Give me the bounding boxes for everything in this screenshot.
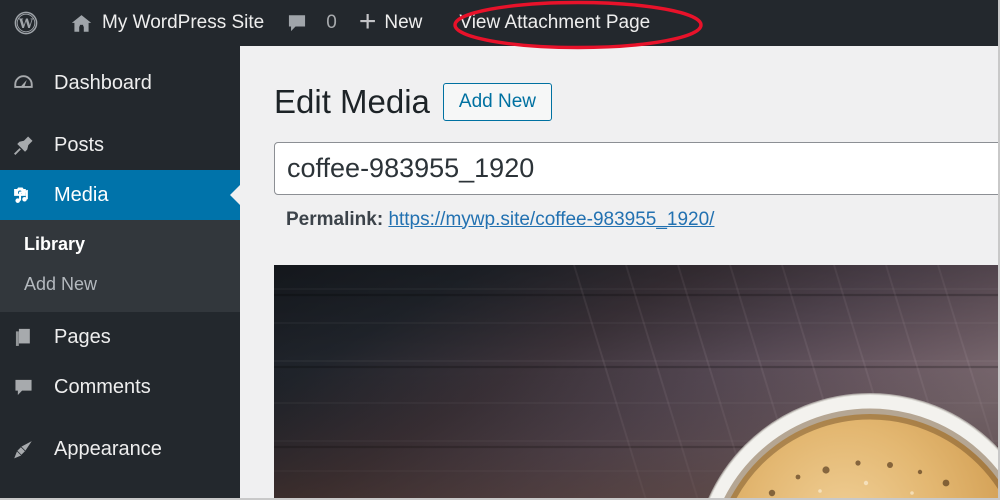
comments-bubble-menu[interactable]: 0 (275, 0, 348, 46)
submenu-item-library[interactable]: Library (0, 224, 240, 264)
wordpress-admin-screen: W My WordPress Site 0 + New View Attachm… (0, 0, 1000, 500)
pin-icon (12, 134, 46, 157)
sidebar-item-label: Pages (54, 325, 111, 348)
permalink-link[interactable]: https://mywp.site/coffee-983955_1920/ (388, 209, 714, 230)
site-name-menu[interactable]: My WordPress Site (59, 0, 275, 46)
page-header: Edit Media Add New (240, 46, 998, 122)
comments-icon (12, 376, 46, 399)
new-label: New (384, 12, 423, 33)
main-content: Edit Media Add New Permalink: https://my… (240, 46, 998, 498)
page-title: Edit Media (274, 83, 430, 120)
attachment-image[interactable] (274, 265, 998, 498)
permalink-row: Permalink: https://mywp.site/coffee-9839… (286, 208, 998, 231)
sidebar-item-label: Posts (54, 133, 105, 156)
admin-bar: W My WordPress Site 0 + New View Attachm… (0, 0, 998, 46)
brush-icon (12, 438, 46, 461)
sidebar-item-label: Appearance (54, 437, 162, 460)
sidebar-item-dashboard[interactable]: Dashboard (0, 58, 240, 108)
menu-spacer-1 (0, 108, 240, 120)
plus-icon: + (358, 4, 377, 38)
media-title-input[interactable] (274, 141, 998, 195)
pages-icon (12, 326, 46, 349)
add-new-button[interactable]: Add New (442, 82, 553, 121)
sidebar-item-pages[interactable]: Pages (0, 312, 240, 362)
admin-sidebar-menu: Dashboard Posts Media Library Add New Pa… (0, 46, 240, 498)
sidebar-item-comments[interactable]: Comments (0, 362, 240, 412)
submenu-item-add-new[interactable]: Add New (0, 264, 240, 304)
comment-count: 0 (326, 12, 337, 33)
sidebar-item-posts[interactable]: Posts (0, 120, 240, 170)
sidebar-item-label: Dashboard (54, 71, 152, 94)
permalink-label: Permalink: (286, 208, 384, 230)
menu-spacer-2 (0, 412, 240, 424)
comment-bubble-icon (286, 12, 308, 34)
sidebar-item-media[interactable]: Media (0, 170, 240, 220)
menu-spacer-top (0, 46, 240, 58)
sidebar-item-label: Media (54, 183, 109, 206)
new-content-menu[interactable]: + New (348, 0, 434, 46)
site-name-label: My WordPress Site (102, 12, 265, 33)
media-icon (12, 184, 46, 207)
view-attachment-page-link[interactable]: View Attachment Page (433, 0, 661, 46)
view-attachment-page-label: View Attachment Page (459, 12, 651, 33)
wordpress-logo-icon: W (14, 11, 38, 35)
sidebar-item-appearance[interactable]: Appearance (0, 424, 240, 474)
svg-text:W: W (18, 17, 34, 32)
media-submenu: Library Add New (0, 220, 240, 312)
dashboard-icon (12, 72, 46, 95)
sidebar-item-label: Comments (54, 375, 151, 398)
home-icon (70, 12, 93, 35)
wordpress-logo-menu[interactable]: W (0, 0, 59, 46)
